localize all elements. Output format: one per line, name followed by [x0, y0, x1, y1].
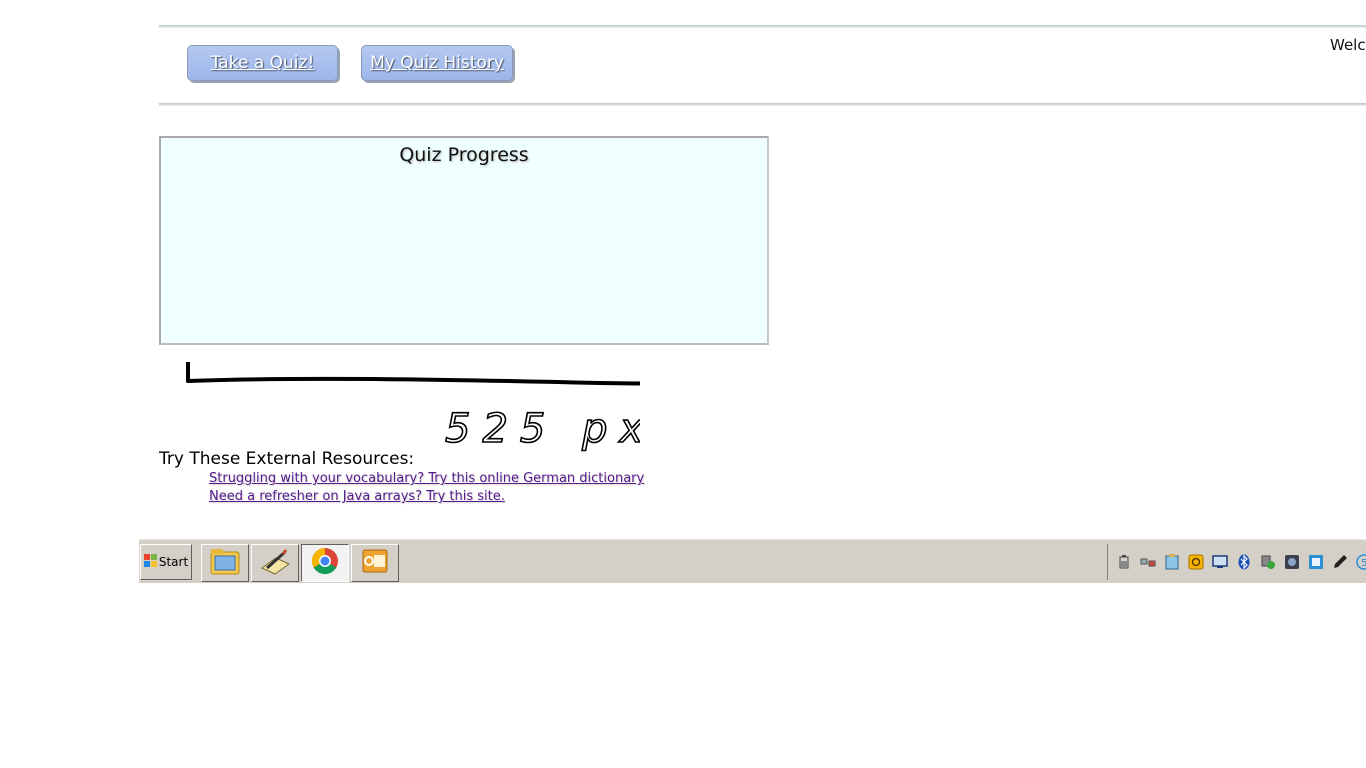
start-label: Start — [158, 555, 189, 569]
office-icon[interactable] — [1188, 554, 1204, 570]
bluetooth-icon[interactable] — [1236, 554, 1252, 570]
quiz-history-button[interactable]: My Quiz History — [361, 45, 513, 81]
take-quiz-button[interactable]: Take a Quiz! — [187, 45, 338, 81]
measurement-label: 525 px — [445, 406, 640, 452]
taskbar-chrome[interactable] — [301, 544, 349, 582]
external-resources-heading: Try These External Resources: — [159, 449, 415, 469]
taskbar: Start 5 — [139, 539, 1366, 583]
battery-icon[interactable] — [1116, 554, 1132, 570]
volume-icon[interactable]: 5 — [1356, 554, 1366, 570]
german-dictionary-link[interactable]: Struggling with your vocabulary? Try thi… — [209, 471, 644, 486]
quiz-progress-title: Quiz Progress — [399, 144, 529, 166]
outlook-icon — [360, 546, 390, 580]
measurement-bracket-line — [186, 362, 640, 386]
svg-text:5: 5 — [1361, 558, 1366, 569]
file-explorer-icon — [209, 546, 241, 580]
taskbar-notepad[interactable] — [251, 544, 299, 582]
java-arrays-link[interactable]: Need a refresher on Java arrays? Try thi… — [209, 489, 505, 504]
taskbar-file-explorer[interactable] — [201, 544, 249, 582]
system-tray: 5 — [1107, 544, 1366, 580]
width-annotation: 525 px — [186, 362, 640, 453]
taskbar-outlook[interactable] — [351, 544, 399, 582]
pencil-notepad-icon — [259, 546, 291, 580]
header-divider-top — [159, 25, 1366, 28]
welcome-text: Welco — [1330, 36, 1366, 54]
pen-icon[interactable] — [1332, 554, 1348, 570]
chrome-icon — [310, 546, 340, 580]
quiz-progress-panel: Quiz Progress — [159, 136, 769, 345]
security-shield-icon[interactable] — [1260, 554, 1276, 570]
camera-icon[interactable] — [1284, 554, 1300, 570]
header-divider-bottom — [159, 103, 1366, 106]
network-icon[interactable] — [1140, 554, 1156, 570]
app-icon[interactable] — [1308, 554, 1324, 570]
display-icon[interactable] — [1212, 554, 1228, 570]
start-button[interactable]: Start — [140, 544, 192, 580]
windows-logo-icon — [143, 554, 157, 570]
clipboard-icon[interactable] — [1164, 554, 1180, 570]
